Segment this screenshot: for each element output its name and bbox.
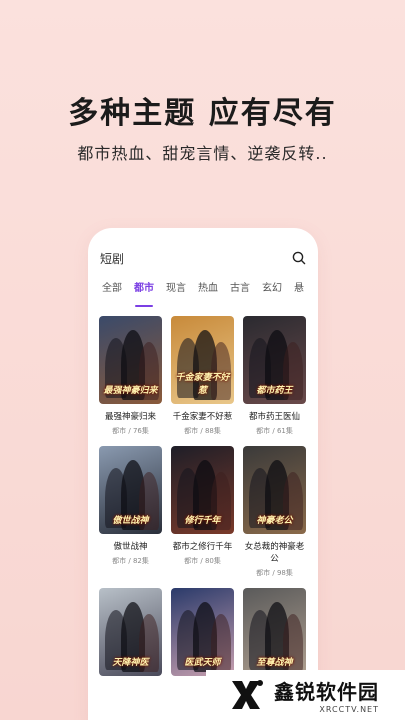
phone-mockup: 短剧 全部 都市 现言 热血 古言 玄幻悬 最强神豪归来 最强神豪归来 都市 / 76集 千金家… (88, 228, 318, 720)
drama-title[interactable]: 千金家妻不好惹 (171, 411, 234, 423)
drama-poster[interactable]: 医武天师 (171, 588, 234, 676)
search-icon[interactable] (292, 251, 306, 265)
poster-caption: 神豪老公 (256, 516, 293, 526)
watermark-name: 鑫锐软件园 (274, 680, 379, 704)
drama-meta: 都市 / 82集 (112, 557, 149, 565)
drama-meta: 都市 / 76集 (112, 427, 149, 435)
poster-caption: 傲世战神 (112, 516, 149, 526)
drama-poster[interactable]: 傲世战神 (99, 446, 162, 534)
drama-card[interactable]: 修行千年都市之修行千年都市 / 80集 (171, 446, 234, 578)
drama-poster[interactable]: 修行千年 (171, 446, 234, 534)
drama-poster[interactable]: 都市药王 (243, 316, 306, 404)
category-tabs: 全部 都市 现言 热血 古言 玄幻悬 (88, 282, 318, 307)
drama-poster[interactable]: 天降神医 (99, 588, 162, 676)
drama-card[interactable]: 神豪老公女总裁的神豪老公都市 / 98集 (243, 446, 306, 578)
poster-caption: 最强神豪归来 (103, 386, 158, 396)
tab-5[interactable]: 玄幻 (262, 282, 282, 302)
drama-title[interactable]: 最强神豪归来 (99, 411, 162, 423)
search-input[interactable]: 短剧 (100, 250, 124, 267)
drama-meta: 都市 / 80集 (184, 557, 221, 565)
drama-meta: 都市 / 88集 (184, 427, 221, 435)
drama-title[interactable]: 女总裁的神豪老公 (243, 541, 306, 565)
drama-grid: 最强神豪归来 最强神豪归来 都市 / 76集 千金家妻不好惹 千金家妻不好惹 都市 / 8… (99, 316, 307, 676)
drama-meta: 都市 / 61集 (256, 427, 293, 435)
tab-1[interactable]: 都市 (134, 282, 154, 307)
tab-4[interactable]: 古言 (230, 282, 250, 302)
drama-title[interactable]: 傲世战神 (99, 541, 162, 553)
poster-caption: 千金家妻不好惹 (175, 373, 230, 396)
drama-poster[interactable]: 神豪老公 (243, 446, 306, 534)
poster-caption: 修行千年 (184, 516, 221, 526)
tab-3[interactable]: 热血 (198, 282, 218, 302)
promo-subtitle: 都市热血、甜宠言情、逆袭反转.. (77, 144, 328, 163)
tab-6[interactable]: 悬 (294, 282, 304, 302)
drama-card[interactable]: 傲世战神 傲世战神 都市 / 82集 (99, 446, 162, 578)
drama-card[interactable]: 至尊战神 (243, 588, 306, 676)
watermark-url: XRCCTV.NET (319, 705, 379, 714)
poster-caption: 至尊战神 (256, 658, 293, 668)
poster-caption: 天降神医 (112, 658, 149, 668)
drama-card[interactable]: 天降神医 (99, 588, 162, 676)
tab-2[interactable]: 现言 (166, 282, 186, 302)
search-bar[interactable]: 短剧 (100, 248, 306, 268)
drama-title[interactable]: 都市药王医仙 (243, 411, 306, 423)
promo-title: 多种主题 应有尽有 (68, 96, 337, 131)
drama-card[interactable]: 最强神豪归来 最强神豪归来 都市 / 76集 (99, 316, 162, 436)
drama-poster[interactable]: 千金家妻不好惹 (171, 316, 234, 404)
tab-0[interactable]: 全部 (102, 282, 122, 302)
poster-caption: 医武天师 (184, 658, 221, 668)
drama-card[interactable]: 都市药王都市药王医仙都市 / 61集 (243, 316, 306, 436)
drama-meta: 都市 / 98集 (256, 569, 293, 577)
drama-card[interactable]: 医武天师 (171, 588, 234, 676)
poster-caption: 都市药王 (256, 386, 293, 396)
drama-poster[interactable]: 至尊战神 (243, 588, 306, 676)
watermark-logo-icon (232, 680, 263, 709)
drama-title[interactable]: 都市之修行千年 (171, 541, 234, 553)
drama-card[interactable]: 千金家妻不好惹 千金家妻不好惹 都市 / 88集 (171, 316, 234, 436)
watermark: 鑫锐软件园 XRCCTV.NET (206, 670, 405, 720)
drama-poster[interactable]: 最强神豪归来 (99, 316, 162, 404)
